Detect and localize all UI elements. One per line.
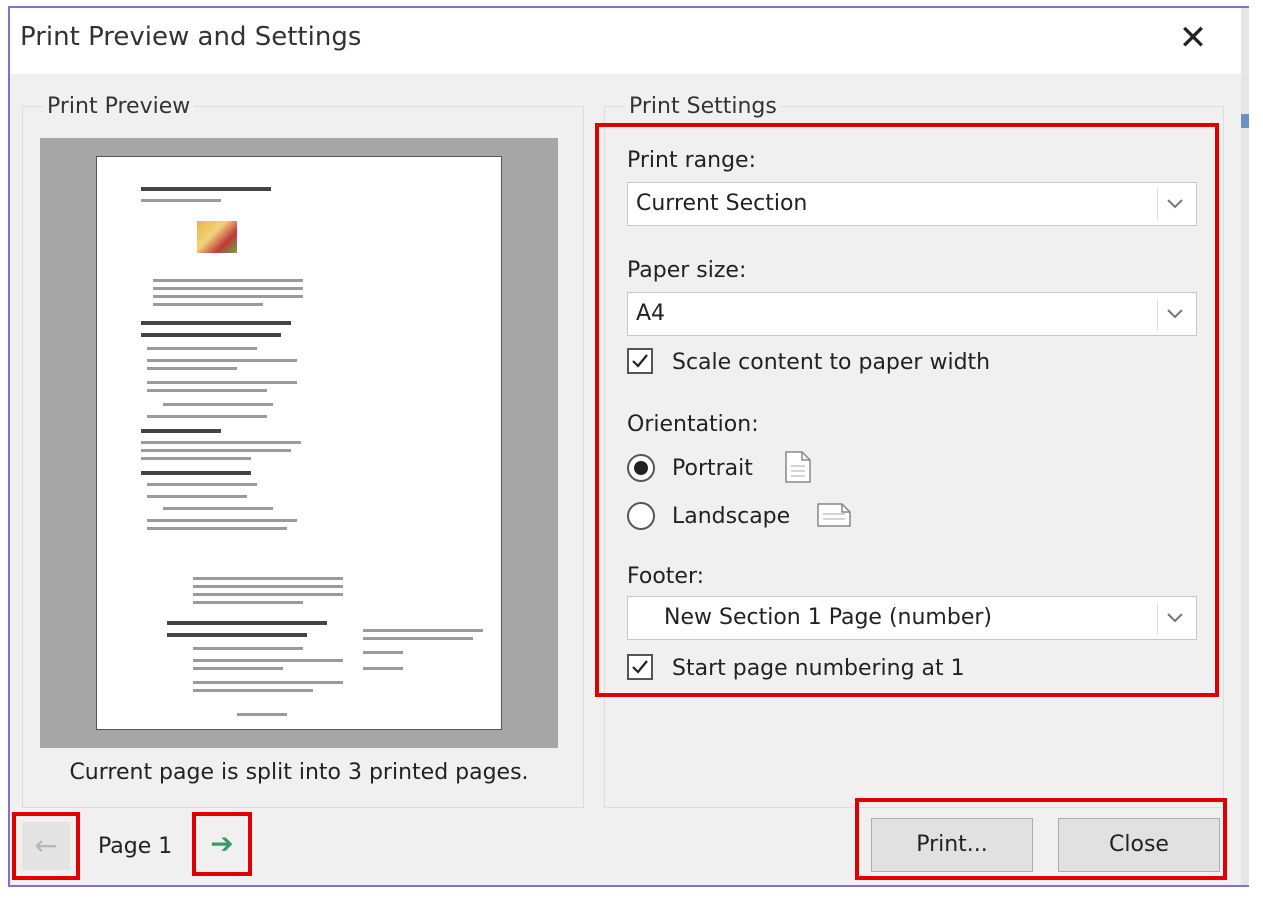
- print-preview-dialog: Print Preview and Settings ✕ Print Previ…: [8, 6, 1249, 887]
- preview-canvas: [40, 138, 558, 748]
- scrollbar-thumb[interactable]: [1241, 114, 1249, 128]
- print-preview-heading: Print Preview: [47, 94, 191, 119]
- print-button[interactable]: Print...: [871, 818, 1033, 872]
- next-page-button[interactable]: ➔: [198, 820, 246, 868]
- prev-page-button[interactable]: ←: [22, 822, 70, 870]
- title-bar: Print Preview and Settings ✕: [10, 8, 1241, 74]
- scrollbar[interactable]: [1241, 8, 1249, 885]
- close-button[interactable]: Close: [1058, 818, 1220, 872]
- close-icon[interactable]: ✕: [1173, 18, 1213, 58]
- dialog-title: Print Preview and Settings: [20, 22, 362, 52]
- settings-highlight: [595, 123, 1219, 697]
- page-indicator: Page 1: [98, 834, 173, 859]
- preview-page-thumbnail: [96, 156, 502, 730]
- print-settings-heading: Print Settings: [629, 94, 777, 119]
- preview-caption: Current page is split into 3 printed pag…: [69, 760, 529, 785]
- arrow-right-icon: ➔: [210, 827, 234, 860]
- arrow-left-icon: ←: [34, 829, 58, 862]
- preview-image: [197, 221, 237, 253]
